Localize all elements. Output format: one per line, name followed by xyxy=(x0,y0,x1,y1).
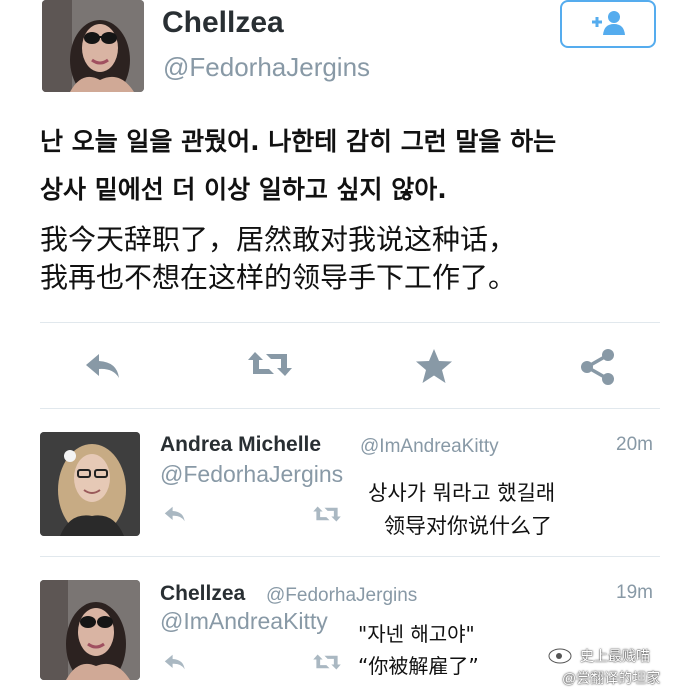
caption-korean: "자넨 해고야" xyxy=(358,622,475,646)
retweet-icon xyxy=(313,506,341,522)
watermark-handle: @尝翻译的坦家 xyxy=(562,670,661,686)
mention[interactable]: @FedorhaJergins xyxy=(160,461,343,488)
avatar[interactable] xyxy=(42,0,144,92)
reply-icon xyxy=(164,506,185,522)
caption-korean: 상사가 뭐라고 했길래 xyxy=(368,481,556,505)
handle[interactable]: @FedorhaJergins xyxy=(163,52,370,83)
caption-chinese: 领导对你说什么了 xyxy=(384,514,552,538)
retweet-icon xyxy=(248,352,292,376)
display-name[interactable]: Chellzea xyxy=(160,582,245,606)
reply-icon xyxy=(164,654,185,670)
mention[interactable]: @ImAndreaKitty xyxy=(160,608,328,635)
reply-button[interactable] xyxy=(160,650,190,674)
follow-button[interactable] xyxy=(560,0,656,48)
display-name[interactable]: Andrea Michelle xyxy=(160,433,321,457)
favorite-icon xyxy=(416,349,452,383)
reply-button[interactable] xyxy=(80,346,126,386)
avatar[interactable] xyxy=(40,580,140,680)
share-button[interactable] xyxy=(576,346,620,388)
tweet-text-chinese-line2: 我再也不想在这样的领导手下工作了。 xyxy=(40,261,517,294)
timestamp[interactable]: 19m xyxy=(616,582,653,604)
add-user-icon xyxy=(588,8,628,41)
retweet-button[interactable] xyxy=(310,650,344,674)
watermark-title: 史上最贱喵 xyxy=(580,648,650,664)
reply-icon xyxy=(86,354,119,378)
weibo-logo-icon xyxy=(548,644,574,664)
divider xyxy=(40,408,660,409)
divider xyxy=(40,556,660,557)
share-icon xyxy=(581,349,614,385)
caption-chinese: “你被解雇了” xyxy=(358,654,479,678)
avatar[interactable] xyxy=(40,432,140,536)
handle[interactable]: @FedorhaJergins xyxy=(266,585,417,607)
retweet-button[interactable] xyxy=(310,502,344,526)
display-name[interactable]: Chellzea xyxy=(162,6,284,40)
timestamp[interactable]: 20m xyxy=(616,434,653,456)
handle[interactable]: @ImAndreaKitty xyxy=(360,436,499,458)
favorite-button[interactable] xyxy=(412,344,456,388)
retweet-button[interactable] xyxy=(244,344,296,384)
tweet-text-korean-line1: 난 오늘 일을 관뒀어. 나한테 감히 그런 말을 하는 xyxy=(40,127,557,156)
tweet-text-korean-line2: 상사 밑에선 더 이상 일하고 싶지 않아. xyxy=(40,175,447,204)
tweet-text-chinese-line1: 我今天辞职了，居然敢对我说这种话， xyxy=(40,223,517,256)
divider xyxy=(40,322,660,323)
retweet-icon xyxy=(313,654,341,670)
reply-button[interactable] xyxy=(160,502,190,526)
